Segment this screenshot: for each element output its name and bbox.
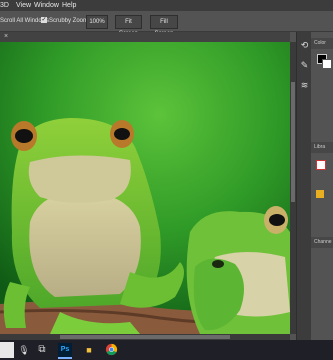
close-icon[interactable]: × bbox=[4, 32, 8, 42]
checkbox-icon[interactable]: ✓ bbox=[41, 17, 47, 24]
document-tab[interactable]: × bbox=[0, 32, 290, 42]
photoshop-icon[interactable]: Ps bbox=[58, 343, 72, 359]
panel-icon-strip: ⟲ ✎ ≋ bbox=[296, 32, 312, 340]
folder-icon[interactable]: ■ bbox=[82, 343, 96, 357]
microphone-icon[interactable]: 🎙 bbox=[17, 343, 31, 357]
library-item-icon[interactable] bbox=[316, 190, 324, 198]
fit-screen-button[interactable]: Fit Screen bbox=[115, 15, 142, 37]
layers-icon[interactable]: ≋ bbox=[299, 80, 310, 91]
channels-panel-tab[interactable]: Channe bbox=[311, 237, 333, 248]
scrollbar-thumb[interactable] bbox=[60, 335, 230, 339]
zoom-100-button[interactable]: 100% bbox=[86, 15, 108, 29]
history-icon[interactable]: ⟲ bbox=[299, 40, 310, 51]
chrome-icon[interactable] bbox=[104, 343, 118, 357]
menu-help[interactable]: Help bbox=[62, 0, 76, 11]
color-panel-tab[interactable]: Color bbox=[311, 38, 333, 49]
options-bar: ✓Scroll All Windows ✓Scrubby Zoom 100% F… bbox=[0, 11, 333, 37]
libraries-panel-tab[interactable]: Libra bbox=[311, 142, 333, 153]
panels-column: Color Libra Channe bbox=[311, 32, 333, 340]
document-canvas[interactable] bbox=[0, 42, 290, 334]
menu-bar: 3D View Window Help bbox=[0, 0, 333, 11]
scrubby-zoom-option[interactable]: ✓ Scrubby Zoom bbox=[41, 16, 88, 26]
taskbar: 🎙 ⧉ Ps ■ bbox=[0, 340, 333, 360]
frog-photo bbox=[0, 42, 290, 334]
search-box[interactable] bbox=[0, 342, 14, 358]
no-color-icon[interactable] bbox=[316, 160, 326, 170]
background-color-swatch[interactable] bbox=[322, 59, 332, 69]
fill-screen-button[interactable]: Fill Screen bbox=[150, 15, 178, 37]
brush-settings-icon[interactable]: ✎ bbox=[299, 60, 310, 71]
menu-view[interactable]: View bbox=[16, 0, 31, 11]
scrubby-zoom-label: Scrubby Zoom bbox=[49, 18, 89, 24]
menu-window[interactable]: Window bbox=[34, 0, 59, 11]
scrollbar-thumb[interactable] bbox=[291, 82, 295, 202]
task-view-icon[interactable]: ⧉ bbox=[35, 343, 49, 357]
menu-3d[interactable]: 3D bbox=[0, 0, 9, 11]
